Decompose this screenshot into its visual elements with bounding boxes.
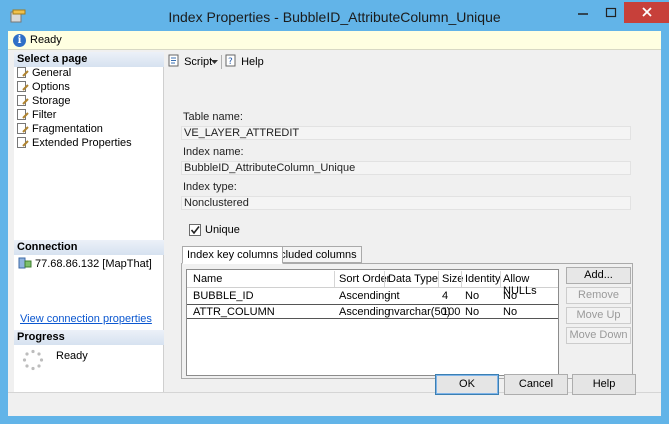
column-header-name[interactable]: Name [193,273,222,285]
index-key-columns-panel: Name Sort Order Data Type Size Identity … [181,263,633,379]
index-name-label: Index name: [183,146,244,158]
page-item-label: General [32,67,72,79]
cell-data-type: int [388,290,400,302]
progress-header: Progress [14,330,164,345]
page-wrench-icon [17,95,29,106]
page-item-label: Filter [32,109,57,121]
maximize-icon [605,7,616,18]
page-wrench-icon [17,137,29,148]
add-button[interactable]: Add... [566,267,631,284]
close-button[interactable] [624,2,669,23]
page-wrench-icon [17,67,29,78]
table-name-label: Table name: [183,111,243,123]
remove-button[interactable]: Remove [566,287,631,304]
page-item-label: Fragmentation [32,123,103,135]
cell-size: 4 [442,290,449,302]
move-up-button[interactable]: Move Up [566,307,631,324]
dialog-client-area: i Ready Select a page General Options St… [8,31,661,416]
view-connection-properties-link[interactable]: View connection properties [20,313,152,325]
tab-index-key-columns[interactable]: Index key columns [182,246,284,264]
toolbar: Script ? Help [165,52,661,72]
connection-server-label: 77.68.86.132 [MapThat] [35,258,152,270]
cell-data-type: nvarchar(50) [388,306,451,318]
table-row[interactable]: ATTR_COLUMN Ascending nvarchar(50) 100 N… [187,304,558,319]
help-label: Help [241,56,264,68]
column-header-sort-order[interactable]: Sort Order [339,273,390,285]
script-icon [168,54,179,67]
column-divider[interactable] [461,271,462,287]
index-name-field: BubbleID_AttributeColumn_Unique [181,161,631,175]
connection-header: Connection [14,240,164,255]
column-header-data-type[interactable]: Data Type [388,273,438,285]
table-row[interactable]: BUBBLE_ID Ascending int 4 No No [187,289,558,304]
cell-sort-order: Ascending [339,290,391,302]
column-divider[interactable] [500,271,501,287]
table-name-field: VE_LAYER_ATTREDIT [181,126,631,140]
grid-header: Name Sort Order Data Type Size Identity … [187,270,558,297]
cancel-button[interactable]: Cancel [504,374,568,395]
column-header-identity[interactable]: Identity [465,273,500,285]
help-toolbar-button[interactable]: ? Help [225,54,264,70]
dropdown-arrow-icon[interactable] [211,60,218,65]
page-item-label: Options [32,81,70,93]
page-wrench-icon [17,109,29,120]
server-connection-icon [18,257,32,269]
status-bar: i Ready [8,31,661,50]
progress-spinner-icon [22,349,44,371]
connection-server: 77.68.86.132 [MapThat] [18,257,152,270]
cell-size: 100 [442,306,461,318]
ok-button[interactable]: OK [435,374,499,395]
cell-allow-nulls: No [503,290,518,302]
cell-name: BUBBLE_ID [193,290,254,302]
page-wrench-icon [17,81,29,92]
maximize-button[interactable] [597,2,624,23]
checkmark-icon [190,226,200,235]
script-label: Script [184,56,213,68]
page-item-label: Extended Properties [32,137,132,149]
dialog-window: Index Properties - BubbleID_AttributeCol… [0,0,669,424]
page-wrench-icon [17,123,29,134]
minimize-icon [578,13,588,15]
help-button[interactable]: Help [572,374,636,395]
page-item-general[interactable]: General [17,67,71,80]
cell-name: ATTR_COLUMN [193,306,275,318]
svg-text:?: ? [228,57,233,67]
help-icon: ? [225,54,236,67]
cell-sort-order: Ascending [339,306,391,318]
page-item-filter[interactable]: Filter [17,109,56,122]
select-page-header: Select a page [14,52,164,67]
column-divider[interactable] [438,271,439,287]
title-bar[interactable]: Index Properties - BubbleID_AttributeCol… [0,0,669,32]
toolbar-separator [221,55,222,69]
unique-checkbox[interactable] [189,224,201,236]
page-item-extended-properties[interactable]: Extended Properties [17,137,132,150]
page-item-storage[interactable]: Storage [17,95,71,108]
script-button[interactable]: Script [168,54,212,70]
left-pane: Select a page General Options Storage Fi… [14,52,164,392]
right-pane: Script ? Help Table name: VE_LAYER_ATTRE… [165,52,661,392]
info-icon: i [13,34,26,47]
index-type-label: Index type: [183,181,237,193]
move-down-button[interactable]: Move Down [566,327,631,344]
page-item-label: Storage [32,95,71,107]
cell-allow-nulls: No [503,306,518,318]
columns-grid[interactable]: Name Sort Order Data Type Size Identity … [186,269,559,376]
minimize-button[interactable] [569,2,597,23]
cell-identity: No [465,290,480,302]
column-divider[interactable] [334,271,335,287]
column-divider[interactable] [384,271,385,287]
status-text: Ready [30,34,62,46]
page-item-fragmentation[interactable]: Fragmentation [17,123,103,136]
progress-status: Ready [56,350,88,362]
index-type-field: Nonclustered [181,196,631,210]
close-icon [641,7,652,17]
unique-label: Unique [205,224,240,236]
page-item-options[interactable]: Options [17,81,70,94]
cell-identity: No [465,306,480,318]
